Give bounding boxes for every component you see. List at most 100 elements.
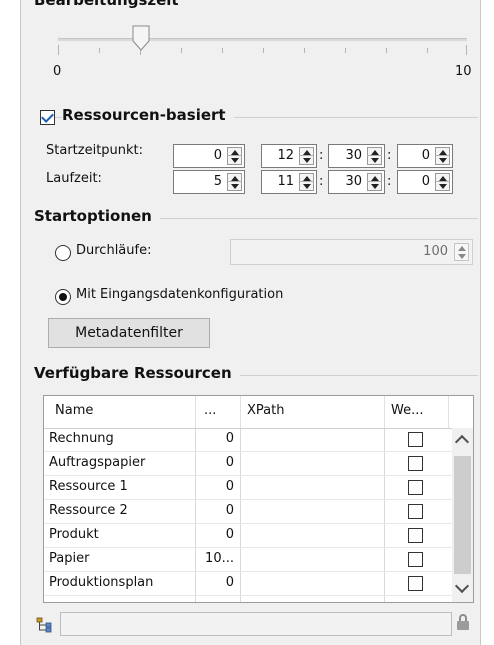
spinner-arrows-icon[interactable]: [367, 173, 382, 191]
runtime-hours-value: 11: [277, 174, 294, 189]
spinner-arrows-icon[interactable]: [435, 173, 450, 191]
tree-structure-icon[interactable]: [36, 617, 52, 633]
slider-tick: [304, 48, 305, 53]
runtime-seconds-value: 0: [421, 174, 430, 189]
slider-track[interactable]: [58, 38, 467, 41]
column-header-value[interactable]: ...: [204, 403, 216, 418]
row-checkbox[interactable]: [408, 480, 423, 495]
slider-thumb[interactable]: [132, 25, 150, 51]
column-separator[interactable]: [195, 396, 196, 428]
table-row[interactable]: Papier 10...: [44, 549, 452, 572]
slider-tick: [99, 48, 100, 53]
resource-value: 0: [225, 431, 234, 446]
iterations-spinner[interactable]: 100: [230, 239, 473, 265]
resource-name: Produkt: [49, 527, 99, 542]
slider-tick: [181, 48, 182, 53]
start-seconds-spinner[interactable]: 0: [397, 144, 453, 168]
scroll-down-icon[interactable]: [454, 578, 470, 594]
column-header-we[interactable]: We...: [391, 403, 424, 418]
xpath-cell[interactable]: [241, 549, 384, 571]
resource-name: Auftragspapier: [49, 455, 146, 470]
column-separator[interactable]: [448, 396, 449, 428]
resources-group-title: Ressourcen-basiert: [62, 106, 234, 124]
input-config-radio[interactable]: [55, 289, 71, 305]
slider-tick: [263, 48, 264, 53]
resource-name: Produktionsplan: [49, 575, 154, 590]
xpath-cell[interactable]: [241, 453, 384, 475]
table-row[interactable]: Ressource 2 0: [44, 501, 452, 524]
table-header: Name ... XPath We...: [44, 396, 473, 429]
top-group-title: Bearbeitungszeit: [34, 0, 179, 9]
start-minutes-spinner[interactable]: 30: [328, 144, 385, 168]
start-minutes-value: 30: [345, 148, 362, 163]
table-row[interactable]: Ressource 1 0: [44, 477, 452, 500]
column-separator[interactable]: [384, 396, 385, 428]
runtime-label: Laufzeit:: [46, 171, 102, 186]
row-checkbox[interactable]: [408, 576, 423, 591]
start-hours-value: 12: [277, 148, 294, 163]
spinner-arrows-icon[interactable]: [454, 243, 469, 261]
spinner-arrows-icon[interactable]: [227, 147, 242, 165]
metadata-filter-button[interactable]: Metadatenfilter: [48, 318, 210, 348]
slider-min-label: 0: [53, 64, 62, 79]
iterations-radio[interactable]: [55, 245, 71, 261]
column-separator[interactable]: [240, 396, 241, 428]
time-separator: :: [387, 148, 392, 163]
lock-icon[interactable]: [456, 613, 470, 631]
resource-name: Ressource 1: [49, 479, 128, 494]
start-time-label: Startzeitpunkt:: [46, 143, 144, 158]
start-hours-spinner[interactable]: 12: [261, 144, 317, 168]
row-checkbox[interactable]: [408, 504, 423, 519]
resource-name: Ressource 2: [49, 503, 128, 518]
spinner-arrows-icon[interactable]: [367, 147, 382, 165]
slider-tick: [466, 45, 467, 55]
slider-tick: [222, 48, 223, 53]
start-options-title: Startoptionen: [34, 207, 160, 225]
table-row[interactable]: Rechnung 0: [44, 429, 452, 452]
xpath-cell[interactable]: [241, 429, 384, 451]
column-header-xpath[interactable]: XPath: [247, 403, 284, 418]
spinner-arrows-icon[interactable]: [299, 147, 314, 165]
resource-value: 0: [225, 575, 234, 590]
slider-tick: [345, 48, 346, 53]
time-separator: :: [387, 174, 392, 189]
iterations-value: 100: [423, 244, 448, 259]
start-days-value: 0: [213, 148, 222, 163]
row-checkbox[interactable]: [408, 552, 423, 567]
xpath-cell[interactable]: [241, 525, 384, 547]
input-config-label: Mit Eingangsdatenkonfiguration: [76, 287, 284, 302]
iterations-label: Durchläufe:: [76, 243, 152, 258]
resource-name: Papier: [49, 551, 90, 566]
runtime-minutes-spinner[interactable]: 30: [328, 170, 385, 194]
scroll-thumb[interactable]: [454, 456, 471, 574]
right-frame: [480, 0, 494, 645]
column-header-name[interactable]: Name: [55, 403, 93, 418]
row-checkbox[interactable]: [408, 528, 423, 543]
runtime-days-spinner[interactable]: 5: [173, 170, 245, 194]
slider-tick: [58, 45, 59, 55]
xpath-cell[interactable]: [241, 573, 384, 595]
spinner-arrows-icon[interactable]: [299, 173, 314, 191]
start-days-spinner[interactable]: 0: [173, 144, 245, 168]
xpath-cell[interactable]: [241, 477, 384, 499]
scroll-up-icon[interactable]: [454, 434, 470, 450]
table-row[interactable]: Auftragspapier 0: [44, 453, 452, 476]
row-checkbox[interactable]: [408, 432, 423, 447]
time-separator: :: [319, 148, 324, 163]
runtime-days-value: 5: [213, 174, 222, 189]
xpath-cell[interactable]: [241, 501, 384, 523]
xpath-input[interactable]: [60, 612, 452, 636]
table-vertical-scrollbar[interactable]: [452, 428, 473, 602]
runtime-seconds-spinner[interactable]: 0: [397, 170, 453, 194]
resources-checkbox[interactable]: [40, 110, 55, 125]
left-frame-border: [20, 0, 21, 645]
table-row[interactable]: Produktionsplan 0: [44, 573, 452, 596]
spinner-arrows-icon[interactable]: [435, 147, 450, 165]
row-checkbox[interactable]: [408, 456, 423, 471]
resources-table[interactable]: Name ... XPath We... Rechnung 0 Auftrags…: [43, 395, 474, 603]
spinner-arrows-icon[interactable]: [227, 173, 242, 191]
runtime-hours-spinner[interactable]: 11: [261, 170, 317, 194]
table-row[interactable]: Produkt 0: [44, 525, 452, 548]
slider-tick: [427, 48, 428, 53]
slider-max-label: 10: [455, 64, 472, 79]
